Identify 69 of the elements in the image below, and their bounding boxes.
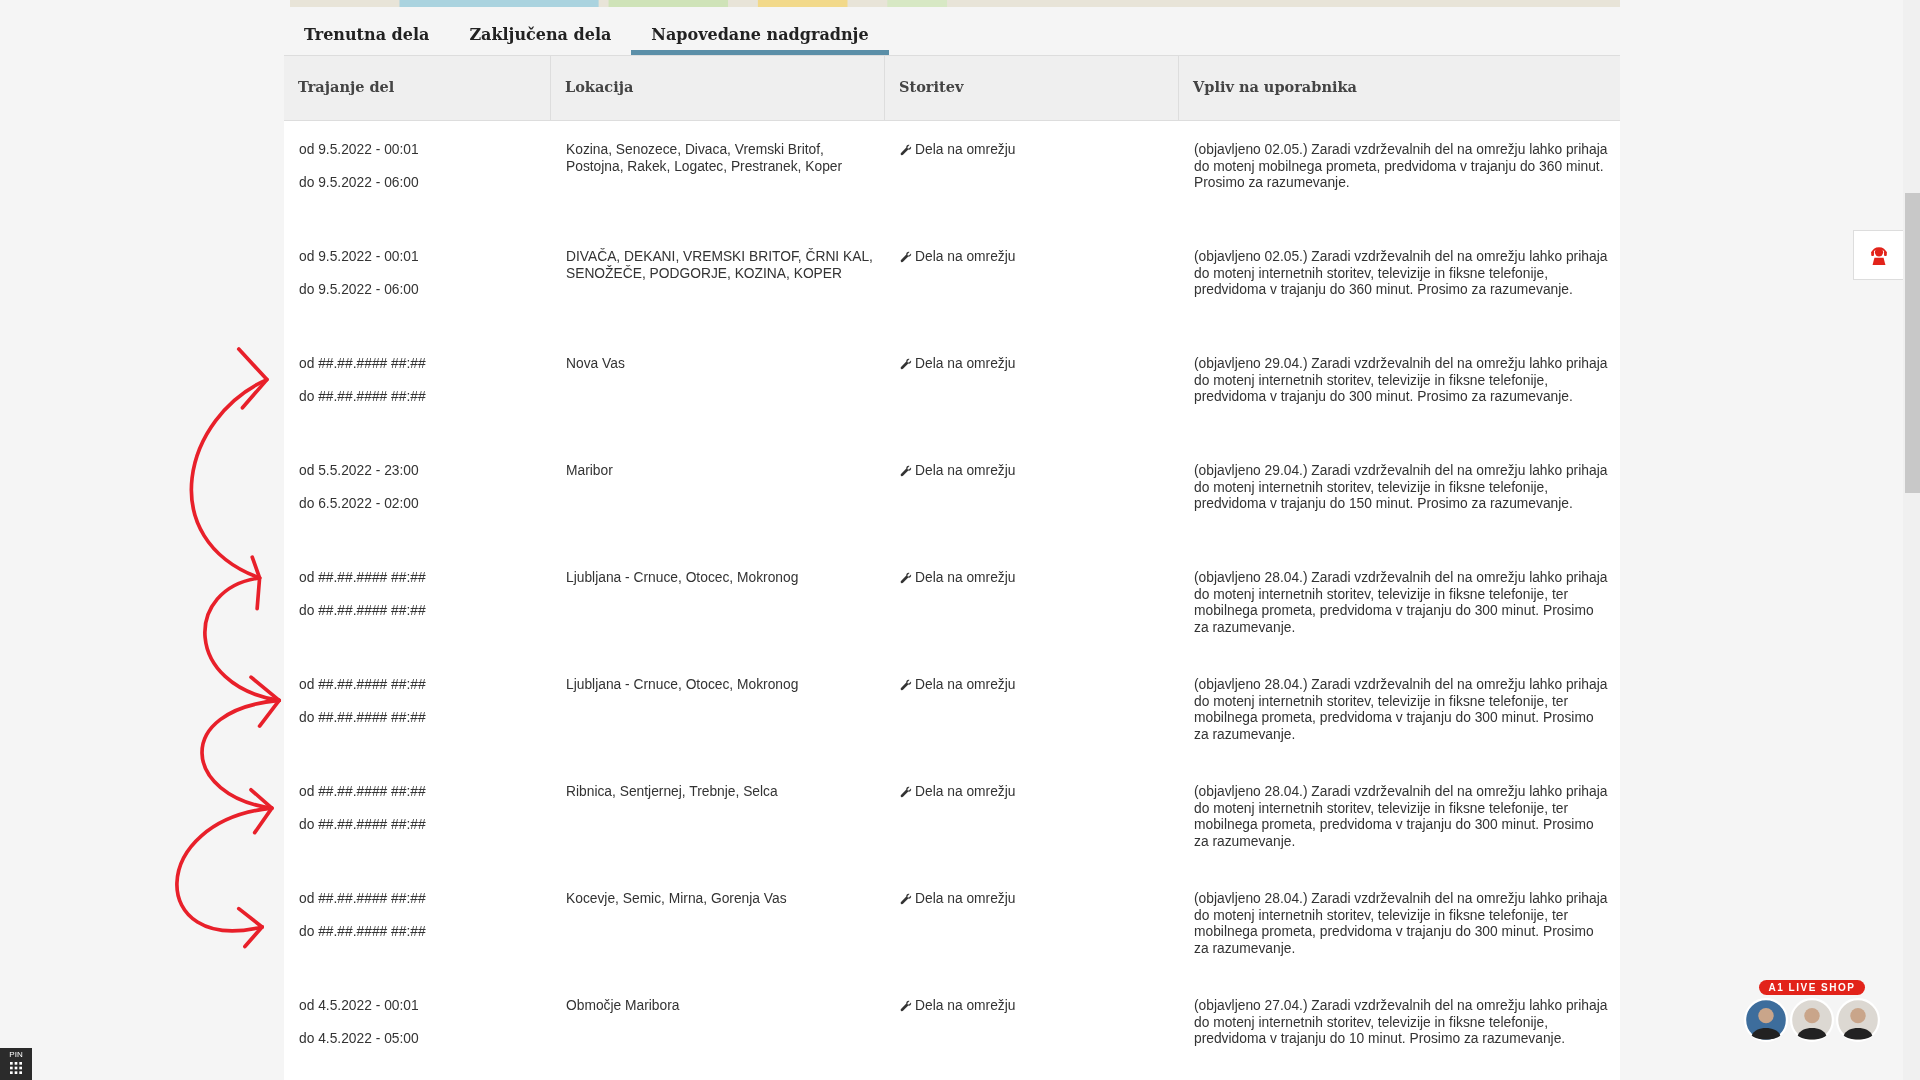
wrench-icon: [900, 144, 912, 156]
end-date: do 9.5.2022 - 06:00: [299, 174, 419, 191]
end-date: do ##.##.#### ##:##: [299, 602, 426, 619]
column-header: Lokacija: [551, 56, 885, 120]
grid-icon: [10, 1062, 22, 1074]
service-text: Dela na omrežju: [915, 784, 1016, 801]
wrench-icon: [900, 1000, 912, 1012]
location-text: Ribnica, Sentjernej, Trebnje, Selca: [566, 784, 779, 801]
column-header: Vpliv na uporabnika: [1192, 77, 1358, 97]
service-text: Dela na omrežju: [915, 891, 1016, 908]
impact-text: (objavljeno 29.04.) Zaradi vzdrževalnih del na omrežju lahko prihaja do motenj internetnih storitev, televizije in fiksne telefonije, predvidoma v trajanju do 150 minut. Prosimo za razumevanje.: [1194, 463, 1609, 513]
service-text: Dela na omrežju: [915, 677, 1016, 694]
impact-text: (objavljeno 28.04.) Zaradi vzdrževalnih del na omrežju lahko prihaja do motenj internetnih storitev, televizije in fiksne telefonije, ter mobilnega prometa, predvidoma v trajanju do 300 minut. Prosimo za razumevanje.: [1194, 677, 1609, 743]
avatar[interactable]: [1836, 998, 1880, 1042]
start-date: od ##.##.#### ##:##: [299, 356, 426, 373]
service-text: Dela na omrežju: [915, 356, 1016, 373]
start-date: od 5.5.2022 - 23:00: [299, 463, 419, 480]
scrollbar-thumb[interactable]: [1905, 193, 1920, 493]
wrench-icon: [900, 893, 912, 905]
wrench-icon: [900, 572, 912, 584]
service-text: Dela na omrežju: [915, 249, 1016, 266]
service-text: Dela na omrežju: [915, 998, 1016, 1015]
impact-text: (objavljeno 02.05.) Zaradi vzdrževalnih del na omrežju lahko prihaja do motenj mobilnega prometa, predvidoma v trajanju do 360 minut. Prosimo za razumevanje.: [1194, 142, 1609, 192]
location-text: Ljubljana - Crnuce, Otocec, Mokronog: [566, 570, 800, 587]
start-date: od ##.##.#### ##:##: [299, 570, 426, 587]
end-date: do 6.5.2022 - 02:00: [299, 495, 419, 512]
impact-text: (objavljeno 29.04.) Zaradi vzdrževalnih del na omrežju lahko prihaja do motenj internetnih storitev, televizije in fiksne telefonije, predvidoma v trajanju do 300 minut. Prosimo za razumevanje.: [1194, 356, 1609, 406]
impact-text: (objavljeno 28.04.) Zaradi vzdrževalnih del na omrežju lahko prihaja do motenj internetnih storitev, televizije in fiksne telefonije, ter mobilnega prometa, predvidoma v trajanju do 300 minut. Prosimo za razumevanje.: [1194, 784, 1609, 850]
pin-button[interactable]: PIN: [0, 1048, 32, 1080]
impact-text: (objavljeno 28.04.) Zaradi vzdrževalnih del na omrežju lahko prihaja do motenj internetnih storitev, televizije in fiksne telefonije, ter mobilnega prometa, predvidoma v trajanju do 300 minut. Prosimo za razumevanje.: [1194, 891, 1609, 957]
location-text: Nova Vas: [566, 356, 626, 373]
end-date: do 4.5.2022 - 05:00: [299, 1030, 419, 1047]
location-text: Območje Maribora: [566, 998, 681, 1015]
tab[interactable]: Zaključena dela: [449, 7, 632, 55]
start-date: od ##.##.#### ##:##: [299, 891, 426, 908]
wrench-icon: [900, 786, 912, 798]
impact-text: (objavljeno 27.04.) Zaradi vzdrževalnih del na omrežju lahko prihaja do motenj internetnih storitev, televizije in fiksne telefonije, predvidoma v trajanju do 10 minut. Prosimo za razumevanje.: [1194, 998, 1609, 1048]
wrench-icon: [900, 251, 912, 263]
location-text: Maribor: [566, 463, 614, 480]
column-header: Storitev: [885, 56, 1179, 120]
location-text: Ljubljana - Crnuce, Otocec, Mokronog: [566, 677, 800, 694]
wrench-icon: [900, 358, 912, 370]
start-date: od 9.5.2022 - 00:01: [299, 142, 419, 159]
location-text: Kozina, Senozece, Divaca, Vremski Britof, Postojna, Rakek, Logatec, Prestranek, Koper: [566, 142, 844, 175]
avatar[interactable]: [1744, 998, 1788, 1042]
impact-text: (objavljeno 02.05.) Zaradi vzdrževalnih del na omrežju lahko prihaja do motenj internetnih storitev, televizije in fiksne telefonije, predvidoma v trajanju do 360 minut. Prosimo za razumevanje.: [1194, 249, 1609, 299]
support-button[interactable]: [1853, 230, 1903, 280]
scrollbar[interactable]: [1903, 0, 1920, 1080]
end-date: do ##.##.#### ##:##: [299, 923, 426, 940]
service-text: Dela na omrežju: [915, 570, 1016, 587]
end-date: do ##.##.#### ##:##: [299, 709, 426, 726]
service-text: Dela na omrežju: [915, 142, 1016, 159]
end-date: do 9.5.2022 - 06:00: [299, 281, 419, 298]
avatar[interactable]: [1790, 998, 1834, 1042]
live-shop-badge[interactable]: A1 LIVE SHOP: [1758, 980, 1866, 995]
impact-text: (objavljeno 28.04.) Zaradi vzdrževalnih del na omrežju lahko prihaja do motenj internetnih storitev, televizije in fiksne telefonije, ter mobilnega prometa, predvidoma v trajanju do 300 minut. Prosimo za razumevanje.: [1194, 570, 1609, 636]
tab[interactable]: Trenutna dela: [284, 7, 450, 55]
wrench-icon: [900, 465, 912, 477]
location-text: Kocevje, Semic, Mirna, Gorenja Vas: [566, 891, 788, 908]
end-date: do ##.##.#### ##:##: [299, 388, 426, 405]
end-date: do ##.##.#### ##:##: [299, 816, 426, 833]
service-text: Dela na omrežju: [915, 463, 1016, 480]
start-date: od ##.##.#### ##:##: [299, 784, 426, 801]
start-date: od 4.5.2022 - 00:01: [299, 998, 419, 1015]
location-text: DIVAČA, DEKANI, VREMSKI BRITOF, ČRNI KAL, SENOŽEČE, PODGORJE, KOZINA, KOPER: [566, 249, 874, 282]
wrench-icon: [900, 679, 912, 691]
column-header: Trajanje del: [284, 56, 551, 120]
start-date: od 9.5.2022 - 00:01: [299, 249, 419, 266]
start-date: od ##.##.#### ##:##: [299, 677, 426, 694]
